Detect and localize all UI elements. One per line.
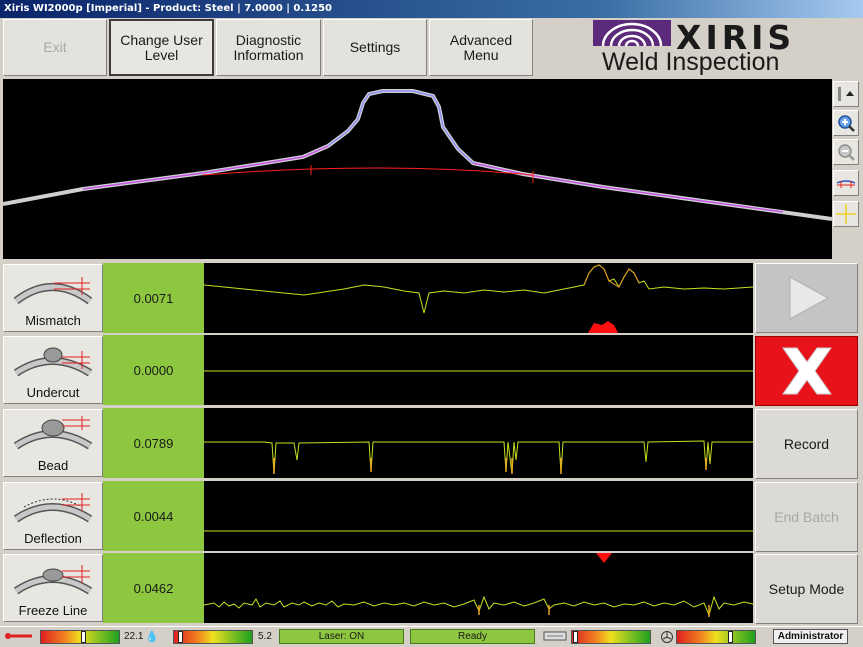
freeze-line-value: 0.0462 (103, 553, 204, 623)
deflection-value: 0.0044 (103, 481, 204, 551)
profile-marker-button[interactable] (833, 170, 859, 196)
exit-button[interactable]: Exit (3, 19, 107, 76)
ready-status: Ready (410, 629, 535, 644)
humidity-knob (177, 631, 183, 643)
humidity-icon: 💧 (145, 631, 159, 643)
change-user-level-button[interactable]: Change User Level (109, 19, 214, 76)
record-button[interactable]: Record (755, 409, 858, 479)
deflection-button[interactable]: Deflection (3, 482, 103, 550)
freeze-line-button[interactable]: Freeze Line (3, 554, 103, 622)
fan-gauge (676, 630, 756, 644)
bead-label: Bead (37, 458, 69, 473)
bead-trend-graph[interactable] (204, 408, 753, 478)
zoom-out-icon (838, 144, 855, 161)
user-level-badge: Administrator (773, 629, 848, 644)
undercut-value: 0.0000 (103, 335, 204, 405)
deflection-label: Deflection (24, 531, 82, 546)
scroll-up-button[interactable] (833, 81, 859, 107)
scroll-up-icon (838, 87, 854, 101)
zoom-out-button[interactable] (833, 139, 859, 165)
mismatch-label: Mismatch (25, 313, 81, 328)
undercut-button[interactable]: Undercut (3, 336, 103, 404)
app-window: Xiris WI2000p [Imperial] - Product: Stee… (0, 0, 863, 647)
freeze-line-trend-graph[interactable] (204, 553, 753, 623)
crosshair-button[interactable] (833, 201, 859, 227)
freeze-line-icon (14, 565, 92, 595)
status-bar: 22.1 💧 5.2 Laser: ON Ready Administrator (0, 626, 863, 647)
undercut-icon (14, 347, 92, 377)
xiris-arc-icon (593, 20, 671, 47)
mismatch-icon (14, 277, 92, 305)
play-icon (789, 276, 829, 320)
temperature-value: 22.1 (124, 631, 144, 642)
bead-button[interactable]: Bead (3, 409, 103, 477)
fan-knob (728, 631, 734, 643)
laser-status: Laser: ON (279, 629, 404, 644)
stop-button[interactable] (755, 336, 858, 406)
diagnostic-information-button[interactable]: Diagnostic Information (216, 19, 321, 76)
stop-x-icon (781, 347, 832, 395)
light-gauge (571, 630, 651, 644)
humidity-value: 5.2 (258, 631, 272, 642)
zoom-in-button[interactable] (833, 110, 859, 136)
setup-mode-button[interactable]: Setup Mode (755, 554, 858, 624)
weld-profile-plot (3, 89, 832, 221)
advanced-menu-button[interactable]: Advanced Menu (429, 19, 533, 76)
mismatch-button[interactable]: Mismatch (3, 264, 103, 332)
end-batch-button[interactable]: End Batch (755, 482, 858, 552)
weld-profile-view[interactable] (3, 79, 832, 259)
undercut-trend-graph[interactable] (204, 335, 753, 405)
xiris-logo: XIRIS Weld Inspection (590, 18, 815, 76)
bead-icon (14, 416, 92, 450)
crosshair-icon (836, 204, 856, 224)
thermometer-icon (4, 630, 34, 645)
humidity-gauge (173, 630, 253, 644)
light-icon (543, 630, 567, 645)
mismatch-value: 0.0071 (103, 263, 204, 333)
light-knob (573, 631, 579, 643)
freeze-line-label: Freeze Line (18, 603, 88, 618)
mismatch-trend-graph[interactable] (204, 263, 753, 333)
profile-marker-icon (836, 180, 856, 188)
play-button[interactable] (755, 263, 858, 333)
temperature-knob (81, 631, 87, 643)
deflection-trend-graph[interactable] (204, 481, 753, 551)
undercut-label: Undercut (26, 385, 80, 400)
fan-icon (660, 630, 674, 647)
logo-subtitle: Weld Inspection (602, 48, 780, 76)
bead-value: 0.0789 (103, 408, 204, 478)
main-toolbar: Exit Change User Level Diagnostic Inform… (0, 18, 863, 78)
temperature-gauge (40, 630, 120, 644)
window-title-bar: Xiris WI2000p [Imperial] - Product: Stee… (0, 0, 863, 18)
deflection-icon (14, 493, 92, 523)
window-title: Xiris WI2000p [Imperial] - Product: Stee… (4, 3, 333, 14)
profile-tool-strip (832, 79, 860, 259)
zoom-in-icon (838, 115, 855, 132)
settings-button[interactable]: Settings (323, 19, 427, 76)
